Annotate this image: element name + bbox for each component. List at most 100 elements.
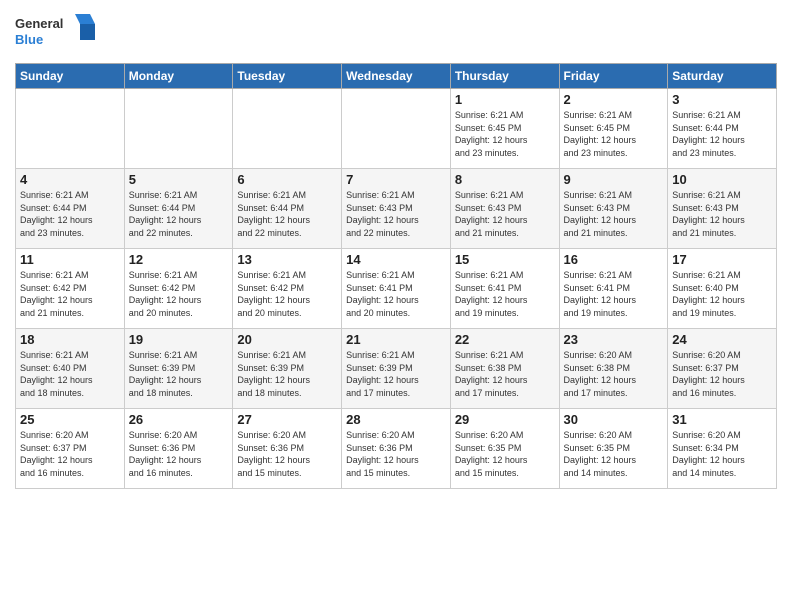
day-number: 29 (455, 412, 555, 427)
day-number: 20 (237, 332, 337, 347)
calendar-body: 1 Sunrise: 6:21 AM Sunset: 6:45 PM Daylig… (16, 89, 777, 489)
day-info: Sunrise: 6:21 AM Sunset: 6:44 PM Dayligh… (129, 189, 229, 239)
calendar-cell: 1 Sunrise: 6:21 AM Sunset: 6:45 PM Daylig… (450, 89, 559, 169)
day-info: Sunrise: 6:21 AM Sunset: 6:39 PM Dayligh… (237, 349, 337, 399)
calendar-cell: 12 Sunrise: 6:21 AM Sunset: 6:42 PM Dayli… (124, 249, 233, 329)
day-info: Sunrise: 6:21 AM Sunset: 6:43 PM Dayligh… (564, 189, 664, 239)
calendar-cell: 24 Sunrise: 6:20 AM Sunset: 6:37 PM Dayli… (668, 329, 777, 409)
calendar-cell: 3 Sunrise: 6:21 AM Sunset: 6:44 PM Daylig… (668, 89, 777, 169)
calendar-header: SundayMondayTuesdayWednesdayThursdayFrid… (16, 64, 777, 89)
day-number: 24 (672, 332, 772, 347)
day-info: Sunrise: 6:20 AM Sunset: 6:34 PM Dayligh… (672, 429, 772, 479)
calendar-cell: 16Sunrise: 6:21 AM Sunset: 6:41 PM Dayli… (559, 249, 668, 329)
week-row-4: 18 Sunrise: 6:21 AM Sunset: 6:40 PM Dayli… (16, 329, 777, 409)
day-number: 3 (672, 92, 772, 107)
calendar-cell: 26 Sunrise: 6:20 AM Sunset: 6:36 PM Dayli… (124, 409, 233, 489)
calendar-cell: 28 Sunrise: 6:20 AM Sunset: 6:36 PM Dayli… (342, 409, 451, 489)
calendar-cell: 8 Sunrise: 6:21 AM Sunset: 6:43 PM Daylig… (450, 169, 559, 249)
calendar-cell: 7Sunrise: 6:21 AM Sunset: 6:43 PM Daylig… (342, 169, 451, 249)
day-number: 21 (346, 332, 446, 347)
day-info: Sunrise: 6:21 AM Sunset: 6:39 PM Dayligh… (129, 349, 229, 399)
header-row: SundayMondayTuesdayWednesdayThursdayFrid… (16, 64, 777, 89)
svg-text:General: General (15, 16, 63, 31)
day-number: 17 (672, 252, 772, 267)
day-number: 22 (455, 332, 555, 347)
day-number: 23 (564, 332, 664, 347)
day-info: Sunrise: 6:20 AM Sunset: 6:37 PM Dayligh… (20, 429, 120, 479)
day-info: Sunrise: 6:20 AM Sunset: 6:38 PM Dayligh… (564, 349, 664, 399)
day-number: 25 (20, 412, 120, 427)
svg-text:Blue: Blue (15, 32, 43, 47)
day-info: Sunrise: 6:21 AM Sunset: 6:40 PM Dayligh… (672, 269, 772, 319)
day-info: Sunrise: 6:21 AM Sunset: 6:43 PM Dayligh… (672, 189, 772, 239)
calendar-cell: 11 Sunrise: 6:21 AM Sunset: 6:42 PM Dayli… (16, 249, 125, 329)
week-row-3: 11 Sunrise: 6:21 AM Sunset: 6:42 PM Dayli… (16, 249, 777, 329)
calendar-cell: 15 Sunrise: 6:21 AM Sunset: 6:41 PM Dayli… (450, 249, 559, 329)
day-info: Sunrise: 6:21 AM Sunset: 6:44 PM Dayligh… (672, 109, 772, 159)
day-info: Sunrise: 6:21 AM Sunset: 6:39 PM Dayligh… (346, 349, 446, 399)
calendar-cell: 9 Sunrise: 6:21 AM Sunset: 6:43 PM Daylig… (559, 169, 668, 249)
header-day-monday: Monday (124, 64, 233, 89)
calendar-cell: 27 Sunrise: 6:20 AM Sunset: 6:36 PM Dayli… (233, 409, 342, 489)
calendar-cell: 20 Sunrise: 6:21 AM Sunset: 6:39 PM Dayli… (233, 329, 342, 409)
header-day-thursday: Thursday (450, 64, 559, 89)
day-number: 13 (237, 252, 337, 267)
day-number: 11 (20, 252, 120, 267)
day-info: Sunrise: 6:21 AM Sunset: 6:45 PM Dayligh… (455, 109, 555, 159)
day-info: Sunrise: 6:20 AM Sunset: 6:35 PM Dayligh… (564, 429, 664, 479)
day-info: Sunrise: 6:21 AM Sunset: 6:45 PM Dayligh… (564, 109, 664, 159)
day-number: 1 (455, 92, 555, 107)
week-row-5: 25 Sunrise: 6:20 AM Sunset: 6:37 PM Dayli… (16, 409, 777, 489)
day-number: 30 (564, 412, 664, 427)
day-number: 14 (346, 252, 446, 267)
day-number: 16 (564, 252, 664, 267)
week-row-2: 4 Sunrise: 6:21 AM Sunset: 6:44 PM Daylig… (16, 169, 777, 249)
day-info: Sunrise: 6:20 AM Sunset: 6:36 PM Dayligh… (346, 429, 446, 479)
calendar-cell: 17 Sunrise: 6:21 AM Sunset: 6:40 PM Dayli… (668, 249, 777, 329)
day-info: Sunrise: 6:21 AM Sunset: 6:42 PM Dayligh… (237, 269, 337, 319)
day-info: Sunrise: 6:21 AM Sunset: 6:41 PM Dayligh… (455, 269, 555, 319)
day-number: 18 (20, 332, 120, 347)
calendar-cell: 10 Sunrise: 6:21 AM Sunset: 6:43 PM Dayli… (668, 169, 777, 249)
header-day-sunday: Sunday (16, 64, 125, 89)
calendar-cell (124, 89, 233, 169)
day-info: Sunrise: 6:21 AM Sunset: 6:42 PM Dayligh… (20, 269, 120, 319)
day-number: 12 (129, 252, 229, 267)
day-number: 27 (237, 412, 337, 427)
calendar-cell: 23 Sunrise: 6:20 AM Sunset: 6:38 PM Dayli… (559, 329, 668, 409)
calendar-cell: 14 Sunrise: 6:21 AM Sunset: 6:41 PM Dayli… (342, 249, 451, 329)
calendar-cell: 6Sunrise: 6:21 AM Sunset: 6:44 PM Daylig… (233, 169, 342, 249)
day-number: 2 (564, 92, 664, 107)
day-info: Sunrise: 6:21 AM Sunset: 6:40 PM Dayligh… (20, 349, 120, 399)
calendar-cell: 31 Sunrise: 6:20 AM Sunset: 6:34 PM Dayli… (668, 409, 777, 489)
header-day-saturday: Saturday (668, 64, 777, 89)
day-number: 10 (672, 172, 772, 187)
calendar-cell: 21 Sunrise: 6:21 AM Sunset: 6:39 PM Dayli… (342, 329, 451, 409)
day-number: 9 (564, 172, 664, 187)
calendar-cell: 19 Sunrise: 6:21 AM Sunset: 6:39 PM Dayli… (124, 329, 233, 409)
day-info: Sunrise: 6:21 AM Sunset: 6:43 PM Dayligh… (455, 189, 555, 239)
logo: General Blue (15, 10, 95, 55)
day-number: 26 (129, 412, 229, 427)
calendar-cell: 13 Sunrise: 6:21 AM Sunset: 6:42 PM Dayli… (233, 249, 342, 329)
day-info: Sunrise: 6:21 AM Sunset: 6:42 PM Dayligh… (129, 269, 229, 319)
day-number: 8 (455, 172, 555, 187)
day-info: Sunrise: 6:20 AM Sunset: 6:36 PM Dayligh… (129, 429, 229, 479)
day-number: 31 (672, 412, 772, 427)
day-number: 19 (129, 332, 229, 347)
header-day-wednesday: Wednesday (342, 64, 451, 89)
calendar-cell: 30 Sunrise: 6:20 AM Sunset: 6:35 PM Dayli… (559, 409, 668, 489)
day-info: Sunrise: 6:20 AM Sunset: 6:35 PM Dayligh… (455, 429, 555, 479)
day-number: 4 (20, 172, 120, 187)
day-info: Sunrise: 6:21 AM Sunset: 6:41 PM Dayligh… (346, 269, 446, 319)
day-info: Sunrise: 6:20 AM Sunset: 6:36 PM Dayligh… (237, 429, 337, 479)
page-container: General Blue SundayMondayTuesdayWednesda… (0, 0, 792, 494)
calendar-cell: 4Sunrise: 6:21 AM Sunset: 6:44 PM Daylig… (16, 169, 125, 249)
calendar-cell (342, 89, 451, 169)
day-info: Sunrise: 6:21 AM Sunset: 6:43 PM Dayligh… (346, 189, 446, 239)
day-info: Sunrise: 6:20 AM Sunset: 6:37 PM Dayligh… (672, 349, 772, 399)
calendar-cell: 22Sunrise: 6:21 AM Sunset: 6:38 PM Dayli… (450, 329, 559, 409)
day-number: 28 (346, 412, 446, 427)
calendar-cell: 5Sunrise: 6:21 AM Sunset: 6:44 PM Daylig… (124, 169, 233, 249)
day-number: 15 (455, 252, 555, 267)
